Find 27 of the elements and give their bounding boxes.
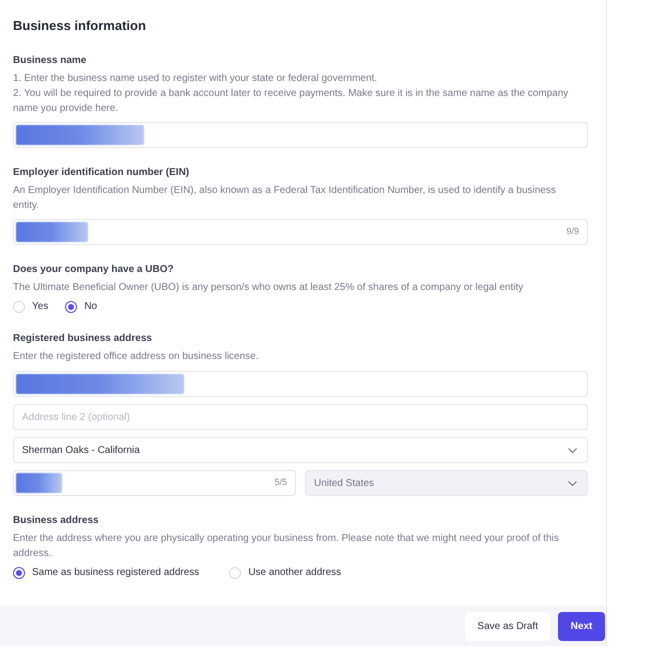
help-text: 2. You will be required to provide a bank account later to receive payments. Make sure it is in the same name as the company name you provide here. [13,87,570,116]
dropdown-field[interactable]: Sherman Oaks - California [13,437,588,463]
radio-option[interactable]: Same as business registered address [13,566,200,580]
character-counter: 5/5 [274,476,287,490]
input-field[interactable] [13,122,588,148]
field-label: Registered business address [13,333,153,345]
character-counter: 9/9 [566,225,579,238]
help-text: The Ultimate Beneficial Owner (UBO) is any person/s who owns at least 25% of shares of a company or legal entity [13,281,524,295]
next-button[interactable]: Next [558,612,605,640]
chevron-down-icon [568,480,577,486]
radio-option[interactable]: Yes [13,300,48,314]
radio-option[interactable]: No [65,300,98,314]
field-label: Business name [13,55,88,67]
form-title: Business information [13,18,147,34]
help-text: An Employer Identification Number (EIN), also known as a Federal Tax Identification Number, is used to identify a business entity. [13,184,557,213]
redacted-value-block [16,473,62,493]
help-text: Enter the address where you are physically operating your business from. Please note that we might need your proof of this address. [13,532,560,561]
field-label: Business address [13,515,100,527]
field-label: Does your company have a UBO? [13,264,175,276]
chevron-down-icon [568,448,577,452]
radio-option[interactable]: Use another address [229,566,342,580]
help-text: 1. Enter the business name used to register with your state or federal government. [13,72,378,86]
help-text: Enter the registered office address on business license. [13,350,260,364]
field-label: Employer identification number (EIN) [13,167,190,179]
redacted-value-block [16,222,88,242]
input-field[interactable] [13,371,588,397]
save-draft-button[interactable]: Save as Draft [465,612,550,640]
